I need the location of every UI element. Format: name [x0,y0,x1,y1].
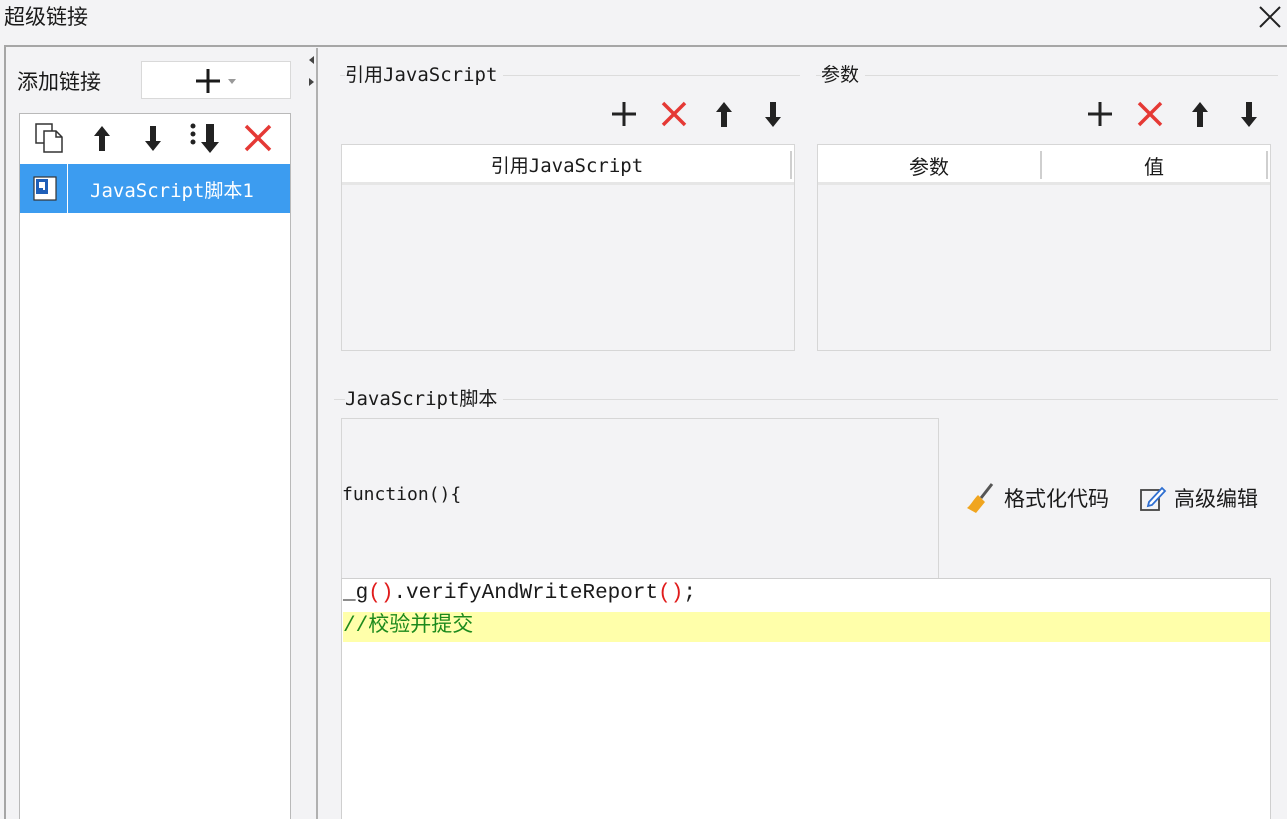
move-ref-up-button[interactable] [707,97,741,131]
advanced-edit-button[interactable]: 高级编辑 [1138,480,1258,516]
delete-param-button[interactable] [1133,97,1167,131]
refs-table-header: 引用JavaScript [342,145,794,185]
move-ref-down-button[interactable] [756,97,790,131]
add-link-dropdown[interactable] [141,61,291,99]
refs-section-title: 引用JavaScript [345,62,504,88]
list-item[interactable]: JavaScript脚本1 [20,164,290,213]
column-separator [1266,151,1268,179]
format-code-label: 格式化代码 [1004,487,1109,511]
plus-dropdown-icon [196,69,236,93]
script-file-icon [20,164,68,213]
divider [816,75,1278,76]
title-bar [0,0,1287,46]
broom-icon [967,483,994,513]
copy-icon[interactable] [31,120,67,156]
arrow-down-icon[interactable] [135,120,171,156]
splitter-line [316,48,318,819]
close-icon[interactable] [1255,2,1285,32]
delete-icon[interactable] [240,120,276,156]
advanced-edit-label: 高级编辑 [1174,487,1258,511]
code-line: _g().verifyAndWriteReport(); [343,579,696,609]
collapse-arrows-icon[interactable] [306,52,316,92]
params-section-title: 参数 [821,62,866,88]
format-code-button[interactable]: 格式化代码 [964,480,1109,516]
column-header-refs[interactable]: 引用JavaScript [342,151,792,178]
move-to-bottom-icon[interactable] [187,120,223,156]
function-signature: function(){ [342,484,462,505]
params-table-header: 参数 值 [818,145,1270,185]
code-token: () [368,582,394,605]
arrow-up-icon[interactable] [84,120,120,156]
add-ref-button[interactable] [607,97,641,131]
column-header-value[interactable]: 值 [1042,151,1266,180]
delete-ref-button[interactable] [657,97,691,131]
code-token: .verifyAndWriteReport [393,582,659,605]
panel-splitter[interactable] [300,48,318,819]
list-item-label: JavaScript脚本1 [90,180,254,202]
code-token: () [658,582,684,605]
edit-icon [1140,486,1167,511]
column-separator [790,151,792,179]
move-param-down-button[interactable] [1232,97,1266,131]
window-title: 超级链接 [4,5,88,29]
add-param-button[interactable] [1083,97,1117,131]
script-section-title: JavaScript脚本 [345,386,504,412]
code-token: _g [343,582,369,605]
refs-table[interactable]: 引用JavaScript [341,144,795,351]
params-table[interactable]: 参数 值 [817,144,1271,351]
link-list [19,113,291,819]
move-param-up-button[interactable] [1183,97,1217,131]
code-editor[interactable]: _g().verifyAndWriteReport(); //校验并提交 [341,578,1271,819]
code-token: ; [683,582,696,605]
add-link-label: 添加链接 [17,70,101,94]
code-comment-line: //校验并提交 [343,612,1270,642]
column-header-param[interactable]: 参数 [818,151,1040,180]
